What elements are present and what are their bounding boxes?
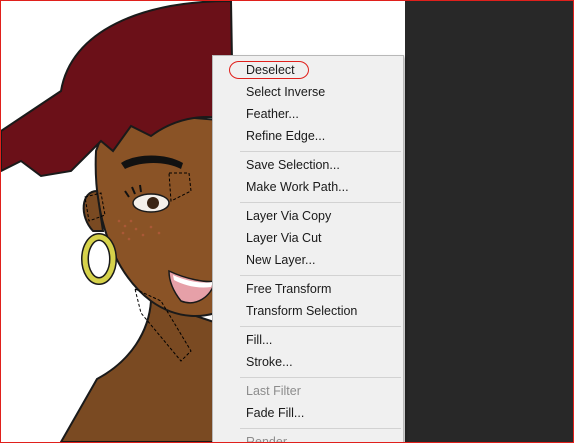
menu-item-make-work-path[interactable]: Make Work Path...: [246, 179, 349, 195]
menu-separator: [240, 377, 401, 378]
menu-separator: [240, 202, 401, 203]
context-menu: Deselect Select Inverse Feather... Refin…: [212, 55, 404, 443]
menu-item-new-layer[interactable]: New Layer...: [246, 252, 315, 268]
menu-item-save-selection[interactable]: Save Selection...: [246, 157, 340, 173]
menu-separator: [240, 428, 401, 429]
menu-item-deselect[interactable]: Deselect: [246, 62, 295, 78]
menu-separator: [240, 151, 401, 152]
app-frame: Deselect Select Inverse Feather... Refin…: [0, 0, 574, 443]
menu-item-fade-fill[interactable]: Fade Fill...: [246, 405, 304, 421]
menu-item-select-inverse[interactable]: Select Inverse: [246, 84, 325, 100]
menu-item-render: Render: [246, 435, 287, 443]
menu-separator: [240, 326, 401, 327]
menu-item-layer-via-cut[interactable]: Layer Via Cut: [246, 230, 322, 246]
menu-item-last-filter: Last Filter: [246, 384, 301, 398]
menu-item-fill[interactable]: Fill...: [246, 332, 272, 348]
menu-separator: [240, 275, 401, 276]
menu-item-stroke[interactable]: Stroke...: [246, 354, 293, 370]
pasteboard-area: [405, 1, 573, 442]
menu-item-refine-edge[interactable]: Refine Edge...: [246, 128, 325, 144]
menu-item-free-transform[interactable]: Free Transform: [246, 281, 331, 297]
iris: [147, 197, 159, 209]
menu-item-transform-selection[interactable]: Transform Selection: [246, 303, 357, 319]
menu-item-layer-via-copy[interactable]: Layer Via Copy: [246, 208, 331, 224]
menu-item-feather[interactable]: Feather...: [246, 106, 299, 122]
